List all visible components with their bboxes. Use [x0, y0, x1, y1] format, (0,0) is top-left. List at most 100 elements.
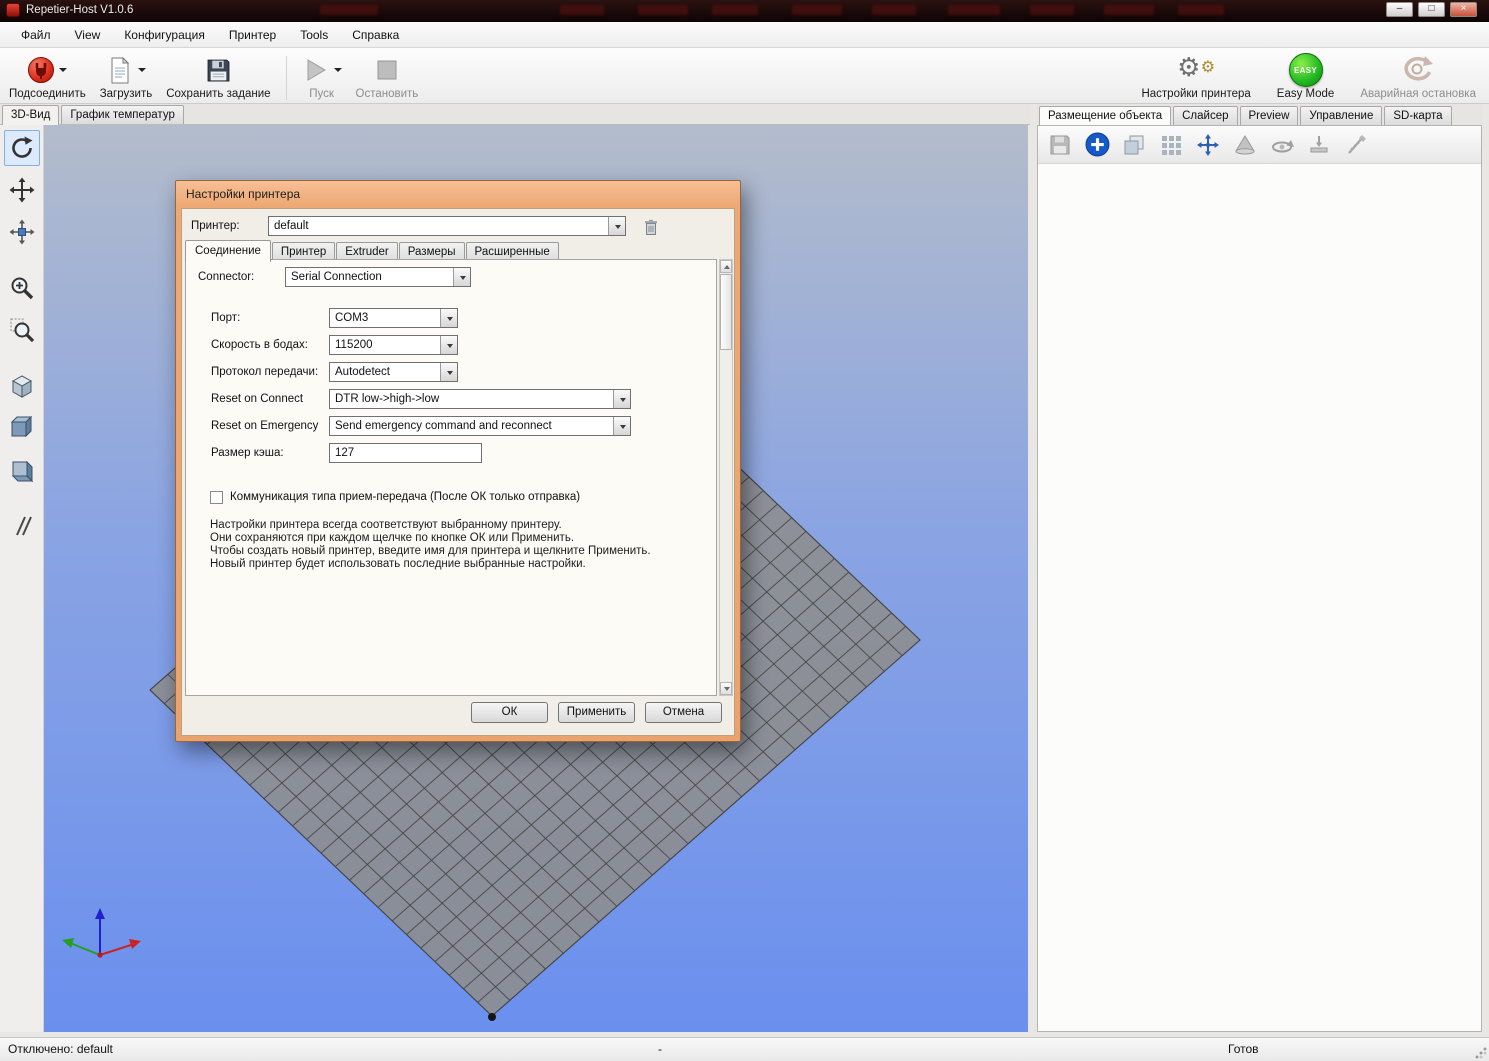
- load-button[interactable]: Загрузить: [95, 52, 158, 101]
- minimize-button[interactable]: –: [1386, 2, 1413, 17]
- connect-button[interactable]: Подсоединить: [4, 52, 91, 101]
- protocol-combo[interactable]: Autodetect: [329, 362, 458, 382]
- resize-grip[interactable]: [1474, 1046, 1487, 1059]
- save-object-icon[interactable]: [1046, 131, 1074, 159]
- zoom-region-icon: [10, 318, 34, 343]
- window-controls: – □ ×: [1386, 2, 1477, 17]
- dialog-title: Настройки принтера: [186, 187, 301, 201]
- tab-sd-card[interactable]: SD-карта: [1384, 106, 1452, 125]
- rotate-object-icon[interactable]: [1268, 131, 1296, 159]
- menu-view[interactable]: View: [64, 24, 112, 46]
- menu-config[interactable]: Конфигурация: [113, 24, 216, 46]
- app-icon: [6, 3, 20, 17]
- plug-icon: [27, 56, 55, 84]
- ping-pong-label: Коммуникация типа прием-передача (После …: [230, 491, 581, 503]
- top-view-button[interactable]: [4, 452, 40, 488]
- front-view-button[interactable]: [4, 410, 40, 446]
- emergency-stop-button[interactable]: Аварийная остановка: [1355, 52, 1481, 101]
- cache-size-input[interactable]: 127: [329, 443, 482, 463]
- baud-label: Скорость в бодах:: [211, 339, 308, 351]
- autoposition-icon[interactable]: [1157, 131, 1185, 159]
- repetier-host-window: Repetier-Host V1.0.6 – □ × Файл View Кон…: [0, 0, 1489, 1061]
- rotate-view-button[interactable]: [3, 130, 40, 166]
- menu-tools[interactable]: Tools: [289, 24, 339, 46]
- reset-on-connect-combo[interactable]: DTR low->high->low: [329, 389, 631, 409]
- iso-cube-icon: [11, 375, 32, 398]
- ok-button[interactable]: ОК: [471, 702, 548, 723]
- cache-size-label: Размер кэша:: [211, 447, 284, 459]
- printer-settings-button[interactable]: ⚙ ⚙ Настройки принтера: [1136, 52, 1255, 101]
- tab-connection[interactable]: Соединение: [185, 240, 271, 262]
- baud-combo[interactable]: 115200: [329, 335, 458, 355]
- save-job-button[interactable]: Сохранить задание: [161, 52, 275, 101]
- status-bar: Отключено: default - Готов: [0, 1037, 1489, 1061]
- apply-button[interactable]: Применить: [558, 702, 635, 723]
- menu-help[interactable]: Справка: [341, 24, 410, 46]
- menu-printer[interactable]: Принтер: [218, 24, 287, 46]
- move-object-icon: [9, 219, 34, 245]
- tab-3d-view[interactable]: 3D-Вид: [2, 105, 60, 125]
- close-button[interactable]: ×: [1450, 2, 1477, 17]
- move-view-icon: [9, 177, 34, 203]
- connector-combo[interactable]: Serial Connection: [285, 267, 471, 287]
- zoom-region-button[interactable]: [4, 312, 40, 348]
- dialog-scrollbar[interactable]: [719, 259, 733, 696]
- center-object-icon[interactable]: [1194, 131, 1222, 159]
- emergency-stop-icon: [1400, 56, 1436, 84]
- easy-mode-button[interactable]: EASY Easy Mode: [1272, 52, 1340, 101]
- measure-icon[interactable]: [1342, 131, 1370, 159]
- reset-on-emergency-label: Reset on Emergency: [211, 420, 319, 432]
- parallel-projection-icon: [15, 516, 32, 536]
- start-button[interactable]: Пуск: [297, 52, 347, 101]
- printer-label: Принтер:: [191, 220, 240, 232]
- gears-icon: ⚙ ⚙: [1177, 53, 1216, 83]
- trash-icon: [645, 219, 657, 235]
- tab-preview[interactable]: Preview: [1239, 106, 1299, 125]
- lay-flat-icon[interactable]: [1305, 131, 1333, 159]
- scroll-up-icon[interactable]: [720, 260, 732, 273]
- taskbar-artifact: [638, 5, 688, 15]
- connect-dropdown-icon[interactable]: [59, 68, 68, 76]
- ready-status: Готов: [1228, 1042, 1259, 1056]
- taskbar-artifact: [948, 5, 1000, 15]
- zoom-in-button[interactable]: [4, 270, 40, 306]
- reset-on-connect-label: Reset on Connect: [211, 393, 304, 405]
- copy-object-icon[interactable]: [1120, 131, 1148, 159]
- delete-printer-button[interactable]: [640, 216, 662, 238]
- menu-file[interactable]: Файл: [10, 24, 62, 46]
- cancel-button[interactable]: Отмена: [645, 702, 722, 723]
- iso-view-button[interactable]: [4, 368, 40, 404]
- tab-object-placement[interactable]: Размещение объекта: [1039, 106, 1172, 126]
- floppy-icon: [204, 56, 232, 84]
- tab-temp-graph[interactable]: График температур: [61, 105, 184, 124]
- ping-pong-checkbox[interactable]: [210, 491, 223, 504]
- status-center: -: [658, 1042, 662, 1056]
- zoom-in-icon: [11, 277, 33, 300]
- tab-slicer[interactable]: Слайсер: [1173, 106, 1238, 125]
- move-object-button[interactable]: [4, 214, 40, 250]
- printer-combo[interactable]: default: [268, 216, 626, 236]
- scale-object-icon[interactable]: [1231, 131, 1259, 159]
- tab-control[interactable]: Управление: [1300, 106, 1383, 125]
- right-panel-tab-strip: Размещение объекта Слайсер Preview Управ…: [1037, 104, 1482, 126]
- scrollbar-thumb[interactable]: [720, 274, 732, 350]
- port-combo[interactable]: COM3: [329, 308, 458, 328]
- reset-on-emergency-combo[interactable]: Send emergency command and reconnect: [329, 416, 631, 436]
- taskbar-artifact: [1030, 5, 1074, 15]
- stop-icon: [373, 56, 401, 84]
- view-tool-column: [0, 125, 44, 1032]
- move-view-button[interactable]: [4, 172, 40, 208]
- start-dropdown-icon[interactable]: [333, 68, 342, 76]
- scroll-down-icon[interactable]: [720, 682, 732, 695]
- menu-bar: Файл View Конфигурация Принтер Tools Спр…: [0, 22, 1489, 48]
- parallel-projection-button[interactable]: [4, 508, 40, 544]
- load-dropdown-icon[interactable]: [137, 68, 146, 76]
- add-object-icon[interactable]: [1083, 131, 1111, 159]
- right-panel: Размещение объекта Слайсер Preview Управ…: [1037, 104, 1482, 1032]
- stop-button[interactable]: Остановить: [351, 52, 424, 101]
- toolbar-separator: [285, 56, 287, 100]
- dialog-body: Принтер: default Соединение Принтер Extr…: [181, 208, 735, 736]
- object-toolbar: [1038, 126, 1481, 164]
- maximize-button[interactable]: □: [1418, 2, 1445, 17]
- front-cube-icon: [10, 415, 32, 438]
